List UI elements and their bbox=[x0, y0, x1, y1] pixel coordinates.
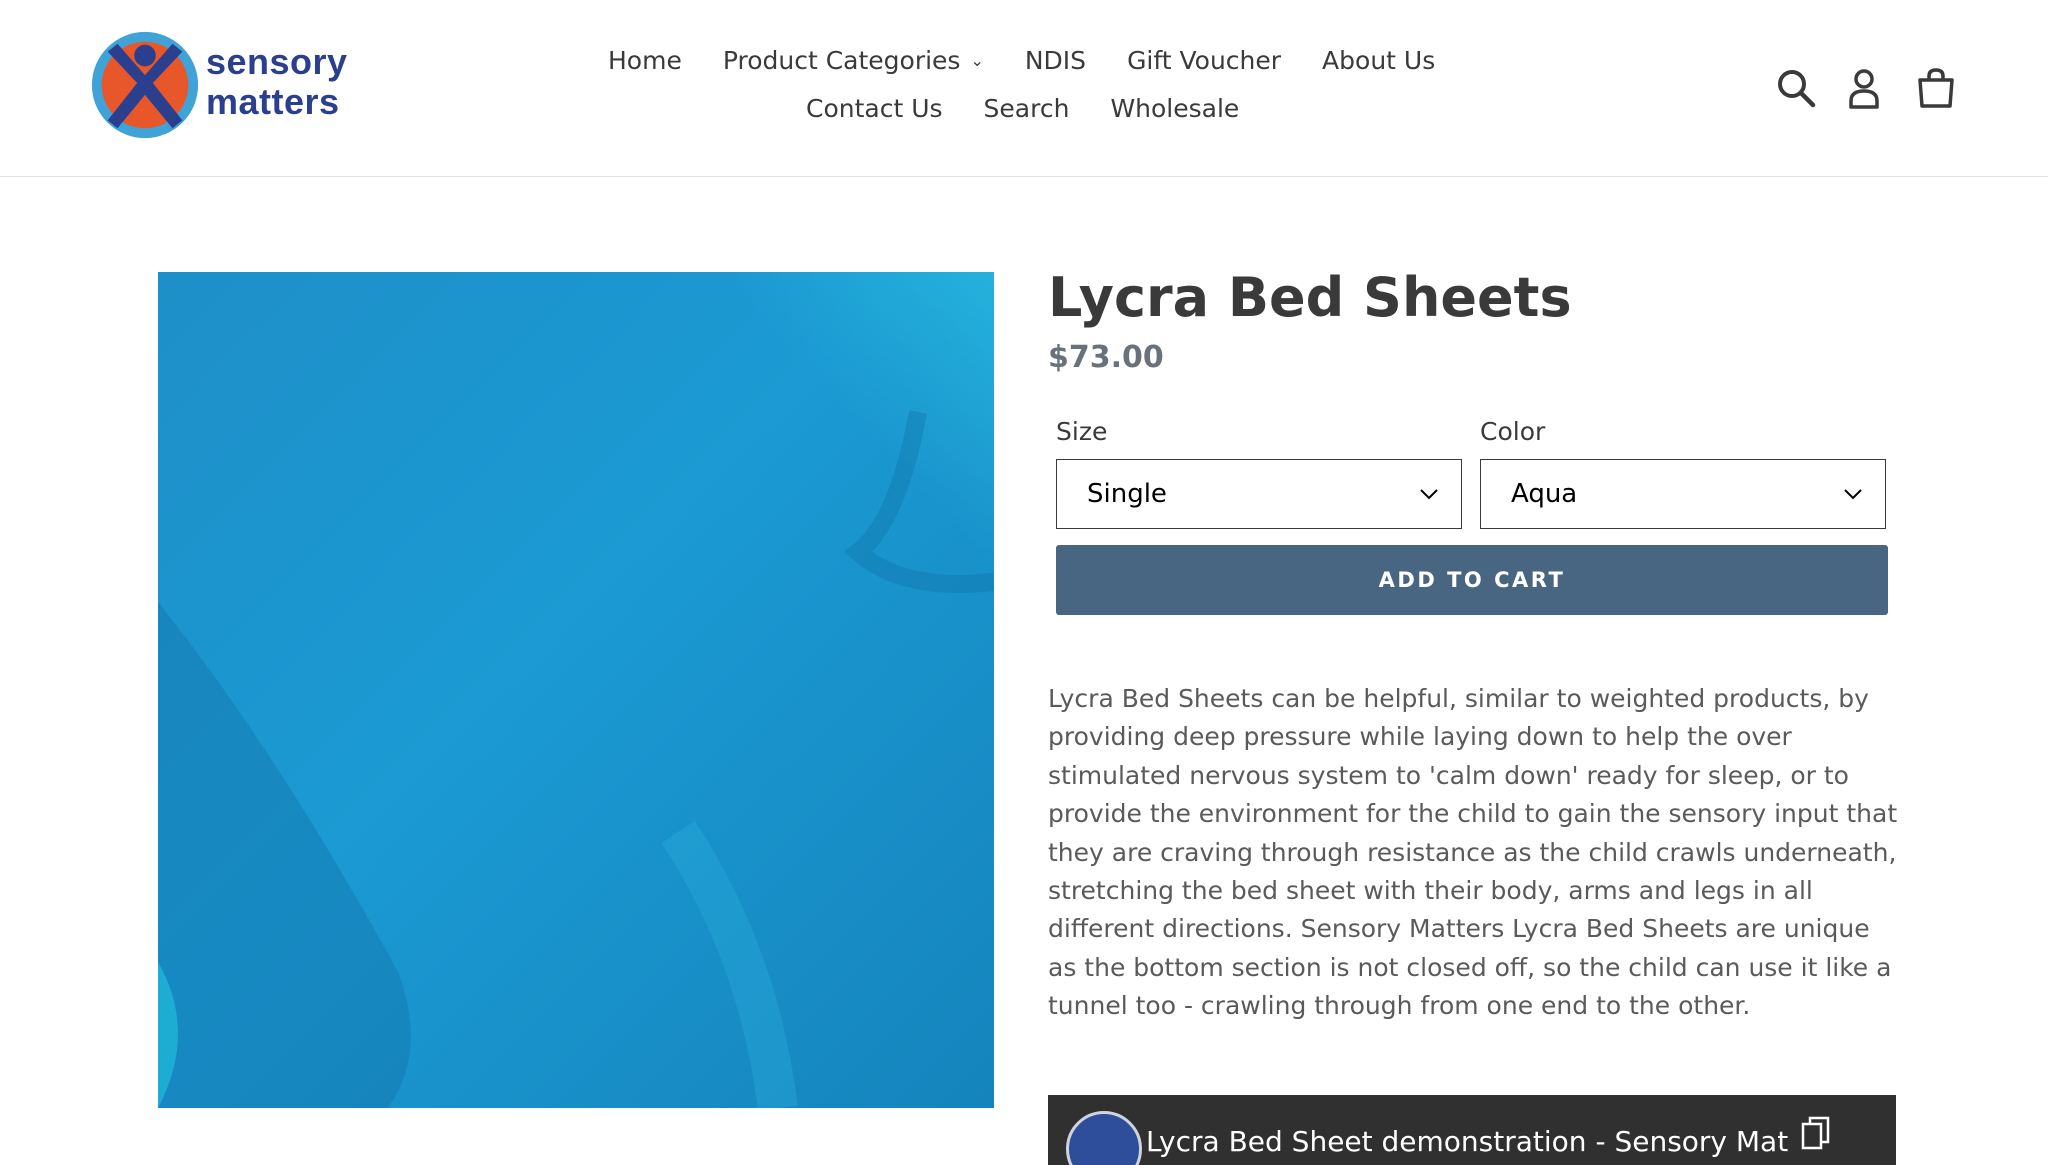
product-image[interactable] bbox=[158, 272, 994, 1108]
fabric-photo bbox=[158, 272, 994, 1108]
product-price: $73.00 bbox=[1048, 340, 1164, 375]
cart-icon[interactable] bbox=[1914, 66, 1958, 110]
nav-search-label: Search bbox=[983, 94, 1070, 123]
add-to-cart-button[interactable]: ADD TO CART bbox=[1056, 545, 1888, 615]
nav-home[interactable]: Home bbox=[608, 46, 682, 75]
nav-ndis[interactable]: NDIS bbox=[1025, 46, 1086, 75]
nav-contact-us-label: Contact Us bbox=[806, 94, 943, 123]
logo-wordmark: sensory matters bbox=[206, 41, 348, 122]
nav-about-us-label: About Us bbox=[1322, 46, 1436, 75]
site-logo[interactable]: sensory matters bbox=[86, 26, 347, 144]
chevron-down-icon: ⌄ bbox=[970, 51, 984, 70]
nav-wholesale[interactable]: Wholesale bbox=[1110, 94, 1239, 123]
nav-ndis-label: NDIS bbox=[1024, 46, 1087, 75]
product-video-embed[interactable]: Lycra Bed Sheet demonstration - Sensory … bbox=[1048, 1095, 1896, 1165]
logo-mark-icon bbox=[91, 31, 199, 139]
main-nav-row-1: Home Product Categories ⌄ NDIS Gift Voucher A… bbox=[608, 46, 1435, 75]
copy-link-icon[interactable] bbox=[1800, 1115, 1832, 1151]
color-label: Color bbox=[1480, 417, 1546, 446]
account-icon[interactable] bbox=[1842, 66, 1886, 110]
size-select-value: Single bbox=[1087, 479, 1167, 509]
color-select[interactable]: Aqua bbox=[1480, 459, 1886, 529]
nav-product-categories[interactable]: Product Categories ⌄ bbox=[723, 46, 984, 75]
size-label: Size bbox=[1056, 417, 1108, 446]
channel-avatar[interactable] bbox=[1066, 1111, 1142, 1165]
color-select-value: Aqua bbox=[1511, 479, 1578, 509]
video-title[interactable]: Lycra Bed Sheet demonstration - Sensory … bbox=[1146, 1125, 1788, 1159]
nav-contact-us[interactable]: Contact Us bbox=[806, 94, 943, 123]
logo-line-1: sensory bbox=[206, 41, 348, 82]
chevron-down-icon bbox=[1844, 489, 1862, 500]
nav-about-us[interactable]: About Us bbox=[1322, 46, 1435, 75]
logo-line-2: matters bbox=[206, 81, 340, 122]
main-nav-row-2: Contact Us Search Wholesale bbox=[806, 94, 1239, 123]
chevron-down-icon bbox=[1420, 489, 1438, 500]
product-description: Lycra Bed Sheets can be helpful, similar… bbox=[1048, 684, 1898, 1021]
nav-gift-voucher-label: Gift Voucher bbox=[1127, 46, 1282, 75]
search-icon[interactable] bbox=[1774, 66, 1818, 110]
site-header: sensory matters Home Product Categories ⌄ N… bbox=[0, 0, 2048, 177]
nav-search[interactable]: Search bbox=[984, 94, 1070, 123]
nav-product-categories-label: Product Categories bbox=[722, 46, 961, 75]
nav-home-label: Home bbox=[608, 46, 682, 75]
nav-gift-voucher[interactable]: Gift Voucher bbox=[1127, 46, 1281, 75]
nav-wholesale-label: Wholesale bbox=[1110, 94, 1240, 123]
size-select[interactable]: Single bbox=[1056, 459, 1462, 529]
product-title: Lycra Bed Sheets bbox=[1048, 266, 1572, 329]
